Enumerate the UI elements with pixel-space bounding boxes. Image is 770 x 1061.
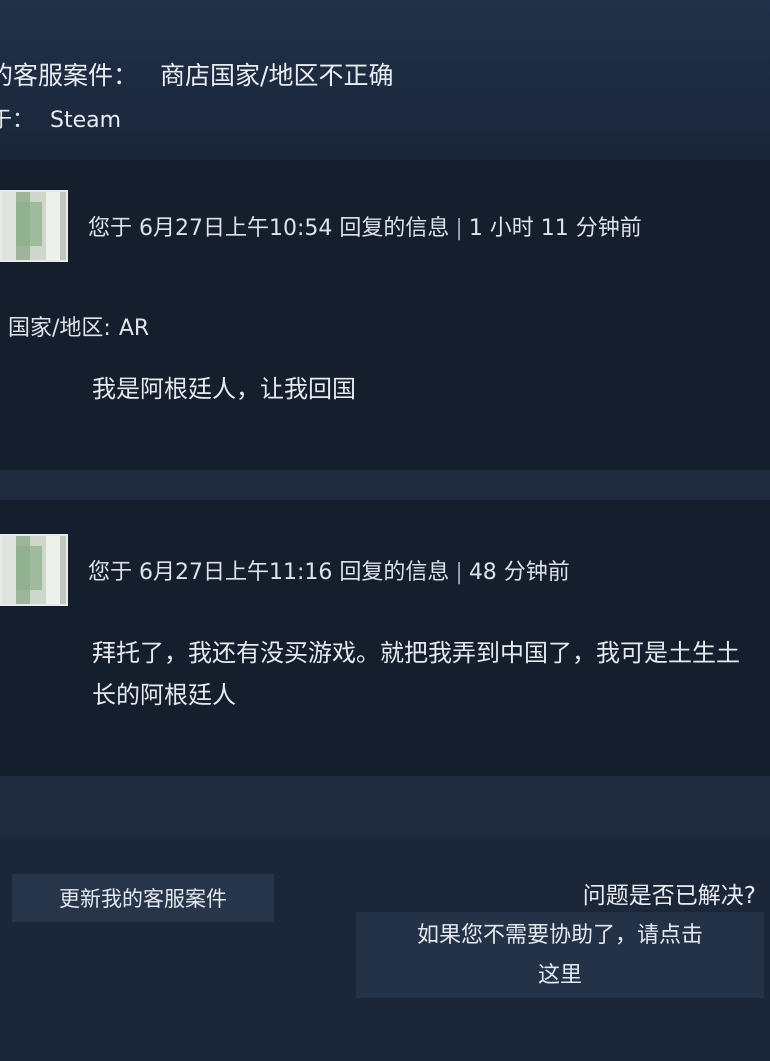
resolve-button-line2: 这里 bbox=[537, 963, 582, 988]
message-relative-time: 48 分钟前 bbox=[468, 560, 570, 585]
case-about-label: 于： bbox=[0, 108, 35, 133]
message-relative-time: 1 小时 11 分钟前 bbox=[468, 216, 642, 241]
resolve-case-button[interactable]: 如果您不需要协助了，请点击 这里 bbox=[356, 912, 764, 998]
case-about-value: Steam bbox=[50, 108, 122, 133]
region-line: 国家/地区: AR bbox=[8, 310, 149, 342]
region-label: 国家/地区: bbox=[8, 316, 111, 341]
case-title: 的客服案件： 商店国家/地区不正确 bbox=[0, 56, 393, 92]
message-meta: 您于 6月27日上午11:16 回复的信息 | 48 分钟前 bbox=[88, 560, 570, 585]
message-text: 拜托了，我还有没买游戏。就把我弄到中国了，我可是土生土长的阿根廷人 bbox=[92, 639, 740, 709]
message-meta: 您于 6月27日上午10:54 回复的信息 | 1 小时 11 分钟前 bbox=[88, 216, 642, 241]
resolved-question: 问题是否已解决? bbox=[582, 883, 756, 909]
case-header: 的客服案件： 商店国家/地区不正确 于： Steam bbox=[0, 0, 770, 160]
message-divider bbox=[0, 776, 770, 836]
case-about: 于： Steam bbox=[0, 102, 121, 134]
case-title-value: 商店国家/地区不正确 bbox=[160, 61, 394, 90]
message-timestamp: 您于 6月27日上午10:54 回复的信息 bbox=[88, 216, 450, 241]
region-value: AR bbox=[118, 316, 150, 341]
message-divider bbox=[0, 470, 770, 500]
avatar bbox=[0, 190, 68, 262]
resolve-button-line1: 如果您不需要协助了，请点击 bbox=[416, 923, 703, 948]
message-timestamp: 您于 6月27日上午11:16 回复的信息 bbox=[88, 560, 450, 585]
update-case-button[interactable]: 更新我的客服案件 bbox=[12, 874, 274, 922]
avatar bbox=[0, 534, 68, 606]
message-text: 我是阿根廷人，让我回国 bbox=[92, 375, 356, 403]
case-title-label: 的客服案件： bbox=[0, 61, 139, 90]
